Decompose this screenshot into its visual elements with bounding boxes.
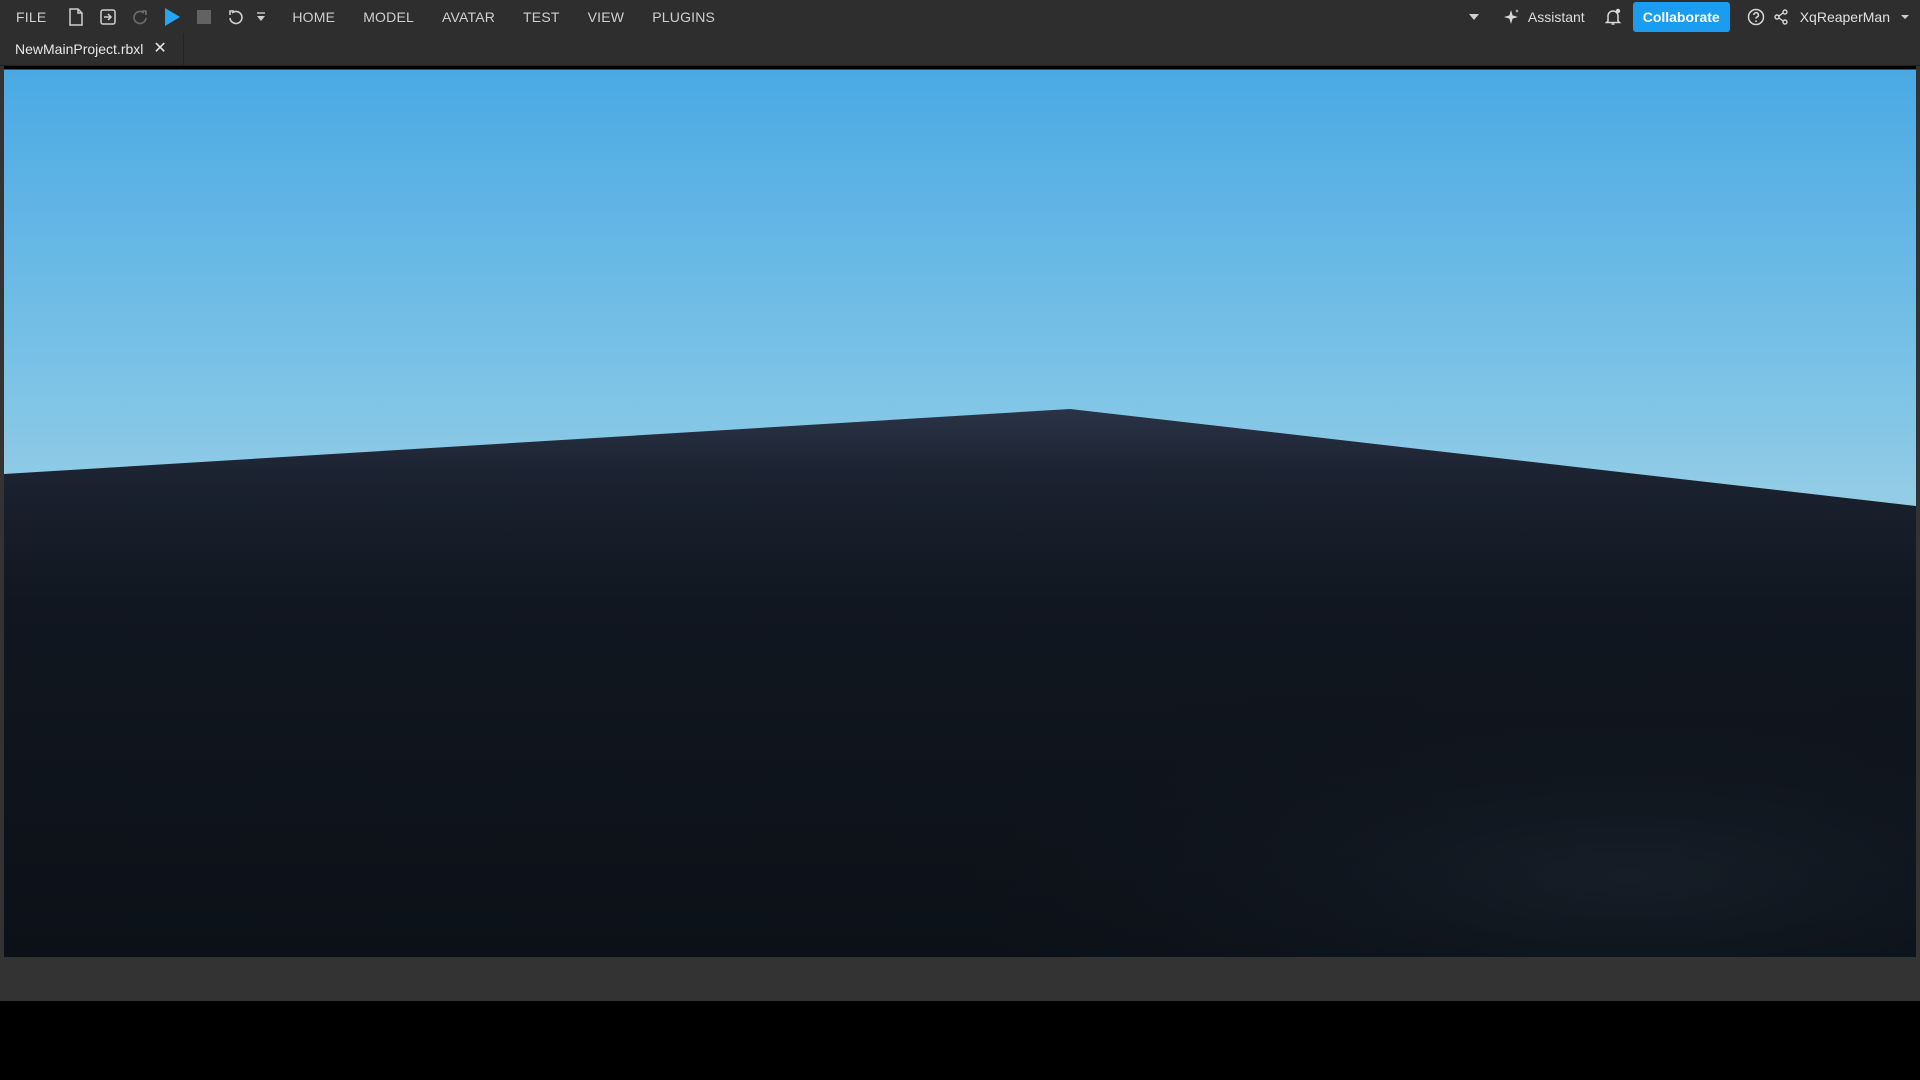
quick-access-dropdown-icon[interactable]	[252, 0, 270, 33]
help-icon[interactable]	[1740, 0, 1772, 33]
menu-model[interactable]: MODEL	[349, 0, 428, 33]
screen-bottom-strip	[0, 1001, 1920, 1080]
viewport-frame-right	[1916, 66, 1920, 957]
menu-home[interactable]: HOME	[278, 0, 349, 33]
baseplate-texture	[4, 409, 1916, 957]
close-icon[interactable]: ✕	[153, 41, 166, 57]
document-tab-bar: NewMainProject.rbxl ✕	[0, 33, 1920, 66]
menu-file[interactable]: FILE	[16, 0, 60, 33]
username-label: XqReaperMan	[1799, 8, 1890, 25]
notification-bell-icon[interactable]	[1597, 0, 1629, 33]
user-dropdown-chevron-icon[interactable]	[1896, 0, 1914, 33]
collaborate-button[interactable]: Collaborate	[1632, 1, 1730, 32]
viewport-scene	[4, 70, 1916, 957]
tab-label: NewMainProject.rbxl	[15, 41, 144, 57]
tab-newmainproject[interactable]: NewMainProject.rbxl ✕	[0, 33, 184, 65]
redo-icon[interactable]	[124, 0, 156, 33]
menu-bar: FILE HOME MODEL AVATAR TEST VIEW PLUGINS	[0, 0, 1920, 33]
open-file-icon[interactable]	[92, 0, 124, 33]
stop-icon[interactable]	[188, 0, 220, 33]
bottom-status-bar	[0, 957, 1920, 1001]
play-icon[interactable]	[156, 0, 188, 33]
menu-view[interactable]: VIEW	[574, 0, 639, 33]
ribbon-toggle-chevron-icon[interactable]	[1458, 0, 1490, 33]
assistant-label: Assistant	[1527, 8, 1585, 25]
assistant-button[interactable]: Assistant	[1490, 0, 1597, 33]
sparkle-icon	[1503, 8, 1519, 24]
menu-test[interactable]: TEST	[509, 0, 574, 33]
username-menu[interactable]: XqReaperMan	[1790, 0, 1896, 33]
menu-avatar[interactable]: AVATAR	[428, 0, 509, 33]
share-icon[interactable]	[1772, 0, 1790, 33]
3d-viewport[interactable]	[4, 69, 1916, 957]
new-file-icon[interactable]	[60, 0, 92, 33]
undo-icon[interactable]	[220, 0, 252, 33]
menu-plugins[interactable]: PLUGINS	[638, 0, 729, 33]
